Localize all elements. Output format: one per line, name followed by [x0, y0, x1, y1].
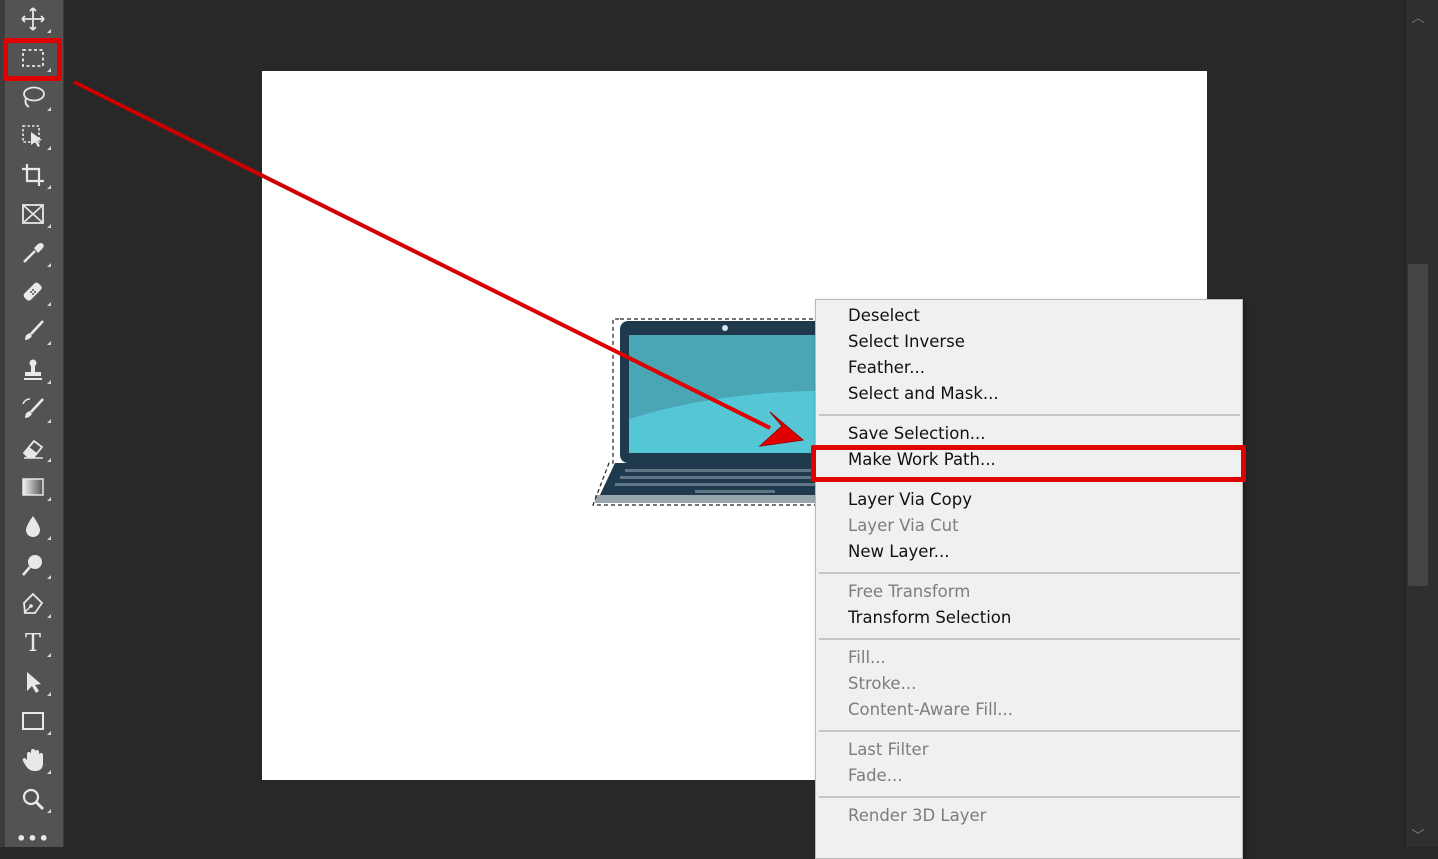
history-brush-tool[interactable]: [14, 392, 52, 426]
eraser-icon: [22, 439, 44, 459]
drop-icon: [26, 516, 40, 537]
menu-item-save-selection[interactable]: Save Selection...: [848, 424, 986, 444]
healing-brush-tool[interactable]: [14, 275, 52, 309]
gradient-icon: [22, 478, 44, 496]
menu-item-stroke[interactable]: Stroke...: [848, 674, 916, 694]
menu-separator: [819, 414, 1240, 416]
scroll-up-arrow-icon[interactable]: ︿: [1408, 6, 1428, 26]
move-tool[interactable]: [14, 2, 52, 36]
lasso-tool[interactable]: [14, 80, 52, 114]
frame-icon: [22, 204, 44, 224]
object-selection-icon: [22, 125, 42, 147]
blur-tool[interactable]: [14, 509, 52, 543]
make-work-path-highlight-box: [811, 445, 1246, 482]
menu-item-deselect[interactable]: Deselect: [848, 306, 920, 326]
menu-item-fill[interactable]: Fill...: [848, 648, 886, 668]
type-icon: T: [24, 629, 41, 657]
menu-separator: [819, 638, 1240, 640]
bandage-icon: [23, 282, 42, 301]
menu-item-layer-via-cut[interactable]: Layer Via Cut: [848, 516, 959, 536]
marquee-tool-highlight-box: [3, 38, 62, 81]
magnifier-icon: [22, 788, 45, 811]
menu-item-content-aware-fill[interactable]: Content-Aware Fill...: [848, 700, 1013, 720]
menu-item-transform-selection[interactable]: Transform Selection: [848, 608, 1011, 628]
zoom-tool[interactable]: [14, 782, 52, 816]
eraser-tool[interactable]: [14, 431, 52, 465]
menu-item-select-inverse[interactable]: Select Inverse: [848, 332, 965, 352]
gradient-tool[interactable]: [14, 470, 52, 504]
ellipsis-icon: •••: [16, 828, 50, 848]
lasso-icon: [23, 86, 45, 108]
crop-icon: [22, 164, 44, 186]
move-icon: [21, 7, 45, 31]
dodge-icon: [22, 555, 42, 576]
pen-tool[interactable]: [14, 587, 52, 621]
history-brush-icon: [22, 398, 44, 418]
dodge-tool[interactable]: [14, 548, 52, 582]
object-selection-tool[interactable]: [14, 119, 52, 153]
more-tools[interactable]: •••: [14, 821, 52, 855]
scroll-down-arrow-icon[interactable]: ﹀: [1408, 824, 1428, 844]
clone-stamp-tool[interactable]: [14, 353, 52, 387]
menu-item-last-filter[interactable]: Last Filter: [848, 740, 928, 760]
menu-separator: [819, 796, 1240, 798]
menu-item-fade[interactable]: Fade...: [848, 766, 902, 786]
menu-item-render-3d-layer[interactable]: Render 3D Layer: [848, 806, 986, 826]
menu-separator: [819, 730, 1240, 732]
brush-tool[interactable]: [14, 314, 52, 348]
hand-icon: [22, 749, 43, 771]
menu-item-layer-via-copy[interactable]: Layer Via Copy: [848, 490, 972, 510]
eyedropper-icon: [23, 243, 44, 263]
menu-item-feather[interactable]: Feather...: [848, 358, 925, 378]
rectangle-tool[interactable]: [14, 704, 52, 738]
pen-icon: [23, 592, 44, 614]
scroll-thumb[interactable]: [1408, 264, 1428, 586]
path-selection-tool[interactable]: [14, 665, 52, 699]
type-tool[interactable]: T: [14, 626, 52, 660]
tools-panel: T •••: [0, 0, 64, 848]
menu-item-select-and-mask[interactable]: Select and Mask...: [848, 384, 999, 404]
stamp-icon: [24, 359, 42, 380]
crop-tool[interactable]: [14, 158, 52, 192]
menu-separator: [819, 572, 1240, 574]
frame-tool[interactable]: [14, 197, 52, 231]
arrow-cursor-icon: [27, 672, 41, 693]
brush-icon: [25, 320, 44, 340]
eyedropper-tool[interactable]: [14, 236, 52, 270]
panel-edge: [0, 0, 5, 847]
selection-context-menu: Deselect Select Inverse Feather... Select a…: [815, 299, 1243, 859]
menu-item-new-layer[interactable]: New Layer...: [848, 542, 949, 562]
menu-item-free-transform[interactable]: Free Transform: [848, 582, 970, 602]
rectangle-icon: [22, 712, 44, 730]
hand-tool[interactable]: [14, 743, 52, 777]
webcam-dot: [722, 325, 728, 331]
